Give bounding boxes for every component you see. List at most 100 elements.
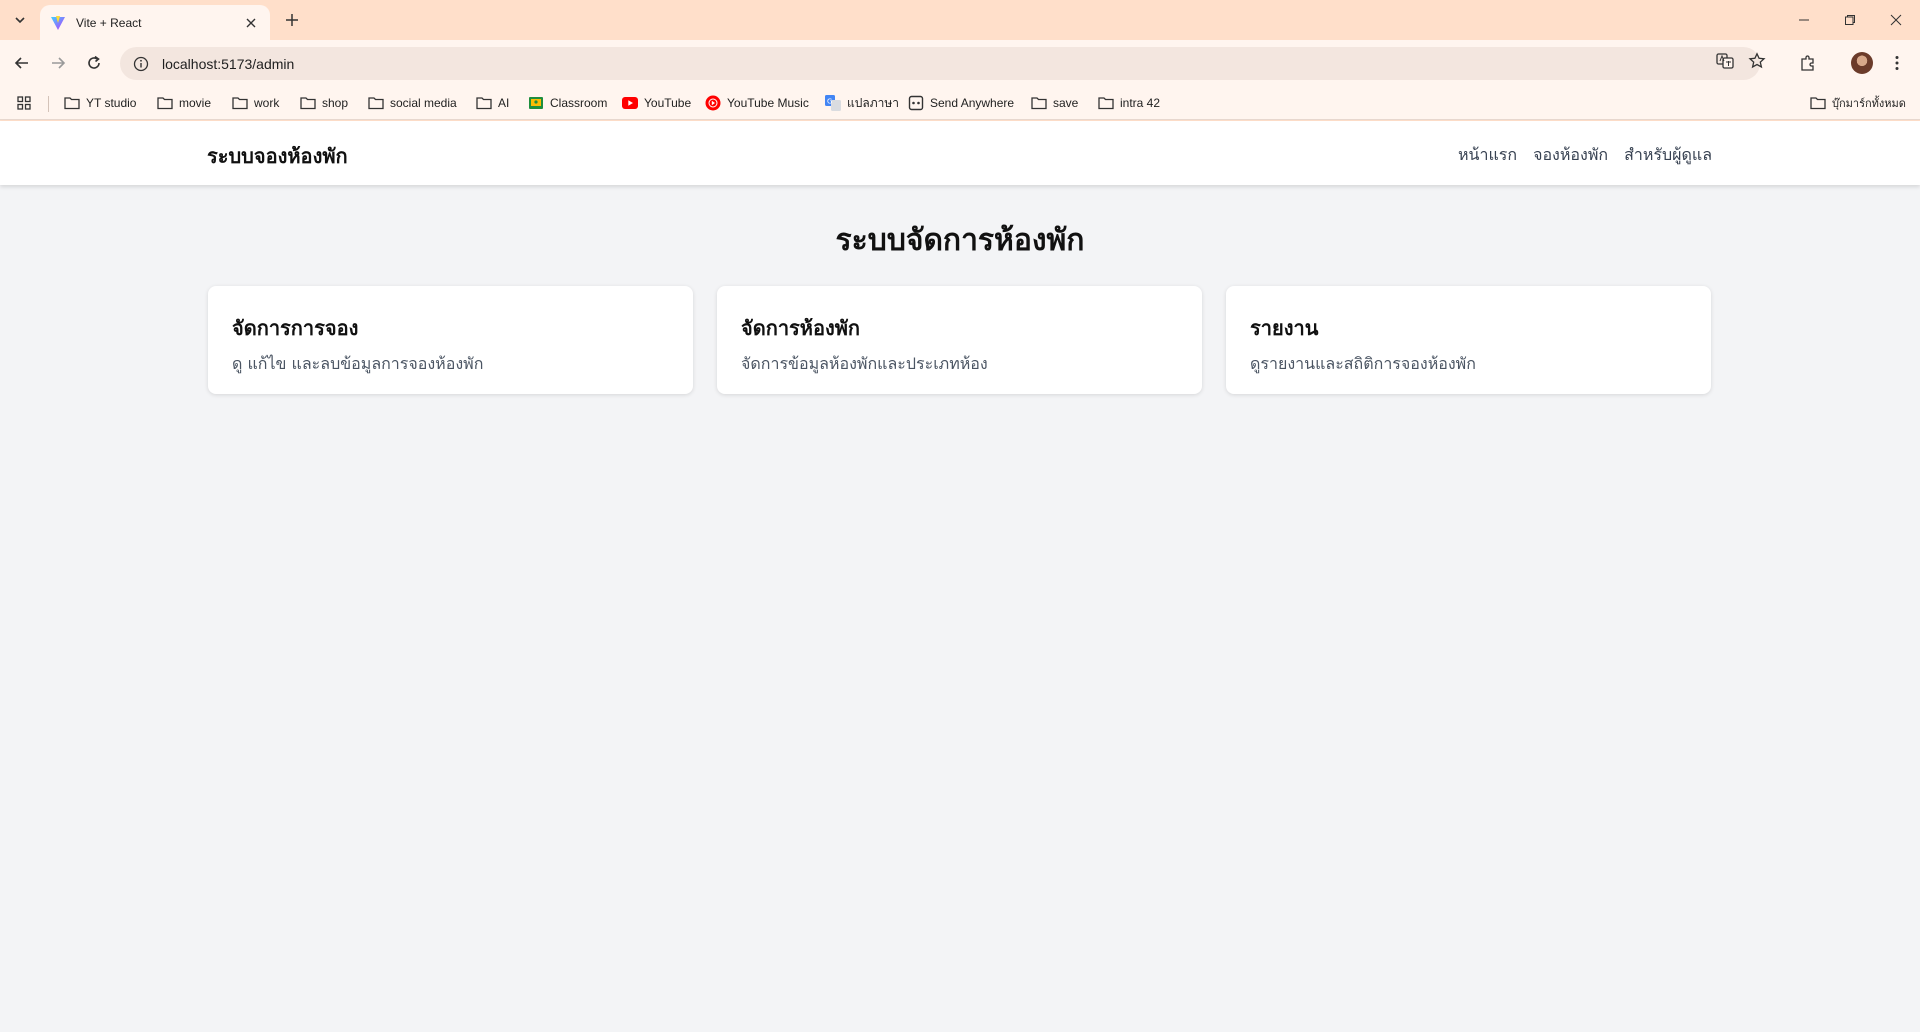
more-vertical-icon [1895, 56, 1899, 70]
app-navbar: ระบบจองห้องพัก หน้าแรก จองห้องพัก สำหรับ… [0, 121, 1920, 185]
bookmark-item[interactable]: Send Anywhere [908, 92, 1014, 114]
card-description: ดูรายงานและสถิติการจองห้องพัก [1250, 354, 1476, 373]
folder-icon [1098, 95, 1114, 111]
plus-icon [286, 14, 298, 26]
bookmark-label: YouTube Music [727, 96, 809, 110]
brand-logo[interactable]: ระบบจองห้องพัก [207, 140, 348, 172]
forward-arrow-icon [52, 57, 66, 69]
star-icon [1748, 52, 1766, 69]
bookmark-label: Classroom [550, 96, 608, 110]
bookmark-item[interactable]: intra 42 [1098, 92, 1160, 114]
admin-cards: จัดการการจอง ดู แก้ไข และลบข้อมูลการจองห… [208, 286, 1712, 394]
send-anywhere-icon [908, 95, 924, 111]
folder-icon [64, 95, 80, 111]
card-title: จัดการการจอง [232, 316, 359, 340]
tab-search-button[interactable] [8, 8, 32, 32]
browser-toolbar: localhost:5173/admin [0, 40, 1920, 86]
card-title: รายงาน [1250, 316, 1319, 340]
translate-page-button[interactable] [1710, 46, 1740, 76]
forward-button[interactable] [44, 49, 72, 77]
bookmark-label: YouTube [644, 96, 692, 110]
bookmark-item[interactable]: shop [300, 92, 348, 114]
translate-icon: G [825, 95, 841, 111]
main-nav: หน้าแรก จองห้องพัก สำหรับผู้ดูแล [1458, 143, 1712, 168]
bookmark-star-button[interactable] [1742, 46, 1772, 76]
classroom-icon [528, 95, 544, 111]
bookmark-item[interactable]: AI [476, 92, 509, 114]
minimize-icon [1799, 19, 1809, 21]
translate-icon [1716, 53, 1734, 69]
new-tab-button[interactable] [280, 8, 304, 32]
page-title: ระบบจัดการห้องพัก [835, 223, 1085, 258]
card-title: จัดการห้องพัก [741, 316, 861, 340]
browser-chrome: Vite + React localhost:5173/admin YT stu… [0, 0, 1920, 121]
folder-icon [368, 95, 384, 111]
folder-icon [476, 95, 492, 111]
folder-icon [232, 95, 248, 111]
reload-icon [88, 55, 100, 69]
tab-title: Vite + React [76, 15, 142, 30]
chevron-down-icon [15, 17, 25, 24]
site-info-icon[interactable] [132, 55, 150, 73]
bookmark-label: intra 42 [1120, 96, 1161, 110]
nav-admin-link[interactable]: สำหรับผู้ดูแล [1624, 143, 1712, 168]
back-button[interactable] [8, 49, 36, 77]
bookmark-label: shop [322, 96, 349, 110]
folder-icon [300, 95, 316, 111]
folder-icon [157, 95, 173, 111]
reload-button[interactable] [80, 49, 108, 77]
nav-home-link[interactable]: หน้าแรก [1458, 143, 1517, 168]
bookmark-item[interactable]: G แปลภาษา [825, 92, 899, 114]
reports-card[interactable]: รายงาน ดูรายงานและสถิติการจองห้องพัก [1226, 286, 1711, 394]
bookmark-item[interactable]: YouTube Music [705, 92, 809, 114]
nav-booking-link[interactable]: จองห้องพัก [1533, 143, 1608, 168]
bookmark-item[interactable]: save [1031, 92, 1078, 114]
url-text: localhost:5173/admin [162, 55, 295, 72]
bookmark-label: Send Anywhere [930, 96, 1015, 110]
browser-tab[interactable]: Vite + React [40, 5, 270, 40]
apps-button[interactable] [16, 92, 38, 114]
close-icon [1890, 14, 1902, 26]
vite-logo-icon [51, 15, 65, 30]
bookmark-label: social media [390, 96, 457, 110]
restore-icon [1845, 15, 1855, 25]
youtube-music-icon [705, 95, 721, 111]
address-bar[interactable]: localhost:5173/admin [120, 47, 1760, 80]
extensions-button[interactable] [1794, 49, 1822, 77]
card-description: ดู แก้ไข และลบข้อมูลการจองห้องพัก [232, 354, 484, 373]
back-arrow-icon [14, 57, 28, 69]
bookmark-item[interactable]: YT studio [64, 92, 136, 114]
card-description: จัดการข้อมูลห้องพักและประเภทห้อง [741, 354, 988, 373]
manage-rooms-card[interactable]: จัดการห้องพัก จัดการข้อมูลห้องพักและประเ… [717, 286, 1202, 394]
bookmark-item[interactable]: movie [157, 92, 211, 114]
puzzle-icon [1801, 55, 1814, 71]
avatar [1851, 52, 1873, 74]
svg-text:G: G [827, 98, 832, 106]
tab-close-button[interactable] [242, 14, 260, 32]
browser-menu-button[interactable] [1883, 49, 1911, 77]
tab-strip: Vite + React [0, 0, 1920, 40]
folder-icon [1810, 95, 1826, 111]
close-window-button[interactable] [1876, 6, 1916, 34]
profile-button[interactable] [1848, 49, 1876, 77]
page-content: ระบบจองห้องพัก หน้าแรก จองห้องพัก สำหรับ… [0, 121, 1920, 1032]
bookmark-label: แปลภาษา [847, 95, 900, 110]
all-bookmarks-button[interactable]: บุ๊กมาร์กทั้งหมด [1810, 92, 1906, 114]
apps-grid-icon [16, 95, 32, 111]
bookmark-item[interactable]: Classroom [528, 92, 607, 114]
bookmarks-bar: YT studio movie work shop social media AI Clas… [0, 86, 1920, 120]
restore-button[interactable] [1830, 6, 1870, 34]
folder-icon [1031, 95, 1047, 111]
minimize-button[interactable] [1784, 6, 1824, 34]
all-bookmarks-label: บุ๊กมาร์กทั้งหมด [1832, 98, 1906, 110]
bookmark-label: YT studio [86, 96, 137, 110]
bookmark-label: work [254, 96, 280, 110]
bookmarks-divider [48, 96, 49, 112]
bookmark-item[interactable]: social media [368, 92, 457, 114]
bookmark-item[interactable]: work [232, 92, 279, 114]
bookmark-label: save [1053, 96, 1079, 110]
manage-bookings-card[interactable]: จัดการการจอง ดู แก้ไข และลบข้อมูลการจองห… [208, 286, 693, 394]
bookmark-item[interactable]: YouTube [622, 92, 691, 114]
bookmark-label: AI [498, 96, 510, 110]
youtube-icon [622, 95, 638, 111]
